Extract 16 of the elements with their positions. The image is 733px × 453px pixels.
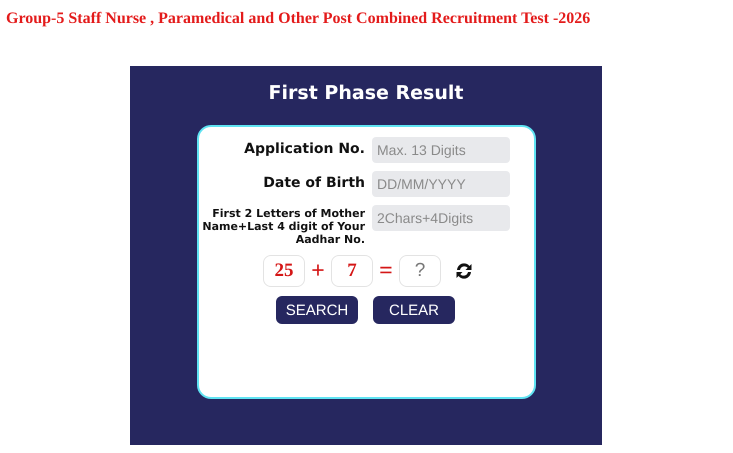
- field-label: Application No.: [244, 141, 365, 158]
- field-label: First 2 Letters of Mother Name+Last 4 digit of Your Aadhar No.: [201, 207, 365, 246]
- captcha-number: 25: [263, 255, 305, 287]
- clear-button[interactable]: CLEAR: [373, 296, 455, 324]
- equals-sign: =: [378, 258, 394, 284]
- search-button[interactable]: SEARCH: [276, 296, 358, 324]
- field-label: Date of Birth: [263, 175, 365, 192]
- refresh-icon[interactable]: [454, 262, 474, 280]
- input-field[interactable]: Max. 13 Digits: [372, 137, 510, 163]
- operator-sign: +: [310, 258, 326, 284]
- input-field[interactable]: DD/MM/YYYY: [372, 171, 510, 197]
- input-field[interactable]: 2Chars+4Digits: [372, 205, 510, 231]
- panel-title: First Phase Result: [268, 82, 464, 106]
- captcha-number: 7: [331, 255, 373, 287]
- page-heading: Group-5 Staff Nurse , Paramedical and Other Post Combined Recruitment Test -2026: [6, 10, 590, 28]
- captcha-answer-field[interactable]: ?: [399, 255, 441, 287]
